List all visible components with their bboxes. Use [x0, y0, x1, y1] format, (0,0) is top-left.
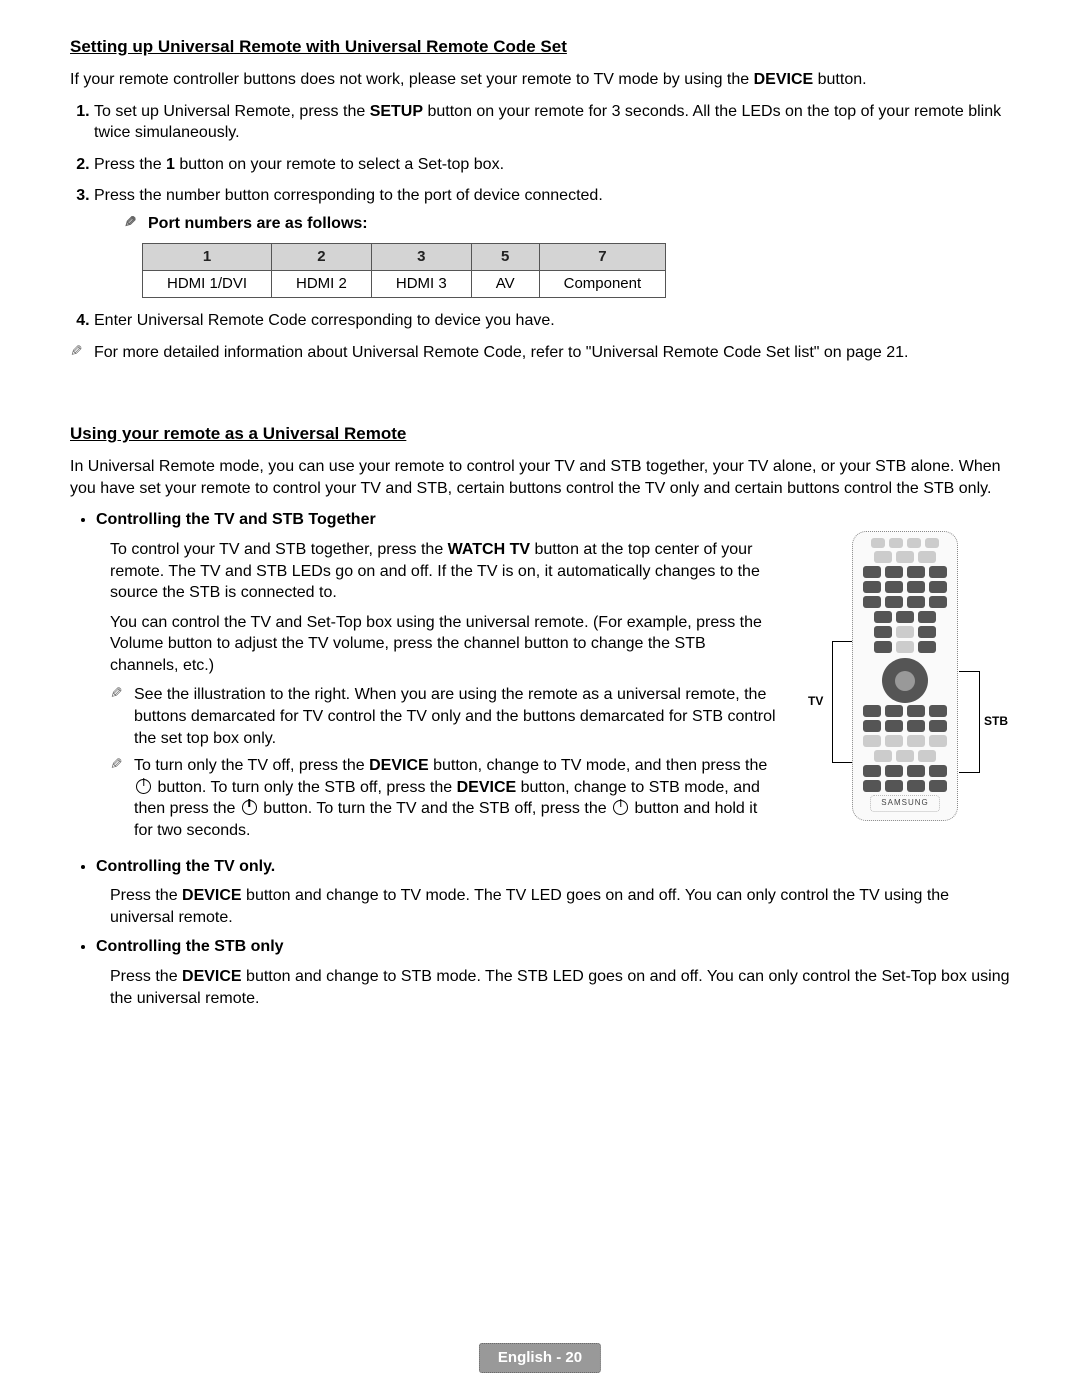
- section2-intro: In Universal Remote mode, you can use yo…: [70, 456, 1010, 499]
- step3-body: Press the number button corresponding to…: [94, 187, 603, 204]
- port-c1: HDMI 1/DVI: [143, 270, 272, 297]
- b2-p-pre: Press the: [110, 887, 182, 904]
- intro-post: button.: [813, 71, 866, 88]
- b1-note2-text: To turn only the TV off, press the DEVIC…: [134, 755, 776, 841]
- b1-p2: You can control the TV and Set-Top box u…: [110, 612, 776, 677]
- b2-p: Press the DEVICE button and change to TV…: [110, 885, 1010, 928]
- intro-pre: If your remote controller buttons does n…: [70, 71, 754, 88]
- b1-note1-text: See the illustration to the right. When …: [134, 684, 776, 749]
- fig-label-tv: TV: [808, 693, 823, 709]
- bullet-list: Controlling the TV and STB Together To c…: [78, 509, 1010, 1009]
- fig-label-stb: STB: [984, 713, 1008, 729]
- detail-note-text: For more detailed information about Univ…: [94, 342, 908, 364]
- step-4: Enter Universal Remote Code correspondin…: [94, 310, 1010, 332]
- note-icon: [110, 684, 134, 749]
- section1-intro: If your remote controller buttons does n…: [70, 69, 1010, 91]
- power-icon: [242, 800, 257, 815]
- bullet-tv-only: Controlling the TV only. Press the DEVIC…: [96, 856, 1010, 929]
- power-icon: [136, 779, 151, 794]
- b3-p: Press the DEVICE button and change to ST…: [110, 966, 1010, 1009]
- port-c3: HDMI 3: [371, 270, 471, 297]
- port-h5: 5: [471, 243, 539, 270]
- step-1: To set up Universal Remote, press the SE…: [94, 101, 1010, 144]
- step1-pre: To set up Universal Remote, press the: [94, 103, 370, 120]
- b2-head: Controlling the TV only.: [96, 858, 275, 875]
- dpad-icon: [882, 658, 928, 703]
- bullet-stb-only: Controlling the STB only Press the DEVIC…: [96, 936, 1010, 1009]
- b3-head: Controlling the STB only: [96, 938, 284, 955]
- port-c2: HDMI 2: [272, 270, 372, 297]
- step1-bold: SETUP: [370, 103, 423, 120]
- b1-note1: See the illustration to the right. When …: [110, 684, 776, 749]
- b2-p-bold: DEVICE: [182, 887, 242, 904]
- port-c5: AV: [471, 270, 539, 297]
- b3-p-bold: DEVICE: [182, 968, 242, 985]
- note-icon: [70, 342, 94, 364]
- b1-p1-pre: To control your TV and STB together, pre…: [110, 541, 448, 558]
- b1-head: Controlling the TV and STB Together: [96, 511, 376, 528]
- step2-bold: 1: [166, 156, 175, 173]
- detail-note: For more detailed information about Univ…: [70, 342, 1010, 364]
- intro-bold: DEVICE: [754, 71, 814, 88]
- port-c7: Component: [539, 270, 666, 297]
- port-table: 1 2 3 5 7 HDMI 1/DVI HDMI 2 HDMI 3 AV Co…: [142, 243, 666, 299]
- step3-note-text: Port numbers are as follows:: [148, 213, 368, 235]
- step-2: Press the 1 button on your remote to sel…: [94, 154, 1010, 176]
- port-h7: 7: [539, 243, 666, 270]
- power-icon: [613, 800, 628, 815]
- port-h1: 1: [143, 243, 272, 270]
- section1-title: Setting up Universal Remote with Univers…: [70, 36, 1010, 59]
- stb-bracket: [959, 671, 980, 773]
- b3-p-post: button and change to STB mode. The STB L…: [110, 968, 1010, 1007]
- step4-body: Enter Universal Remote Code correspondin…: [94, 312, 555, 329]
- port-h3: 3: [371, 243, 471, 270]
- bullet-tv-stb: Controlling the TV and STB Together To c…: [96, 509, 1010, 847]
- manual-page: Setting up Universal Remote with Univers…: [0, 0, 1080, 1397]
- remote-figure: TV STB: [800, 531, 1010, 831]
- steps-list: To set up Universal Remote, press the SE…: [70, 101, 1010, 332]
- b1-note2: To turn only the TV off, press the DEVIC…: [110, 755, 776, 841]
- b1-p1: To control your TV and STB together, pre…: [110, 539, 776, 604]
- step3-note: Port numbers are as follows:: [124, 213, 1010, 235]
- page-footer: English - 20: [479, 1343, 601, 1373]
- step-3: Press the number button corresponding to…: [94, 185, 1010, 298]
- remote-body: SAMSUNG: [852, 531, 958, 821]
- tv-bracket: [832, 641, 853, 763]
- port-h2: 2: [272, 243, 372, 270]
- step2-pre: Press the: [94, 156, 166, 173]
- step2-post: button on your remote to select a Set-to…: [175, 156, 504, 173]
- b1-p1-bold: WATCH TV: [448, 541, 530, 558]
- note-icon: [124, 213, 148, 235]
- remote-brand: SAMSUNG: [870, 795, 939, 812]
- b3-p-pre: Press the: [110, 968, 182, 985]
- note-icon: [110, 755, 134, 841]
- section2-title: Using your remote as a Universal Remote: [70, 423, 1010, 446]
